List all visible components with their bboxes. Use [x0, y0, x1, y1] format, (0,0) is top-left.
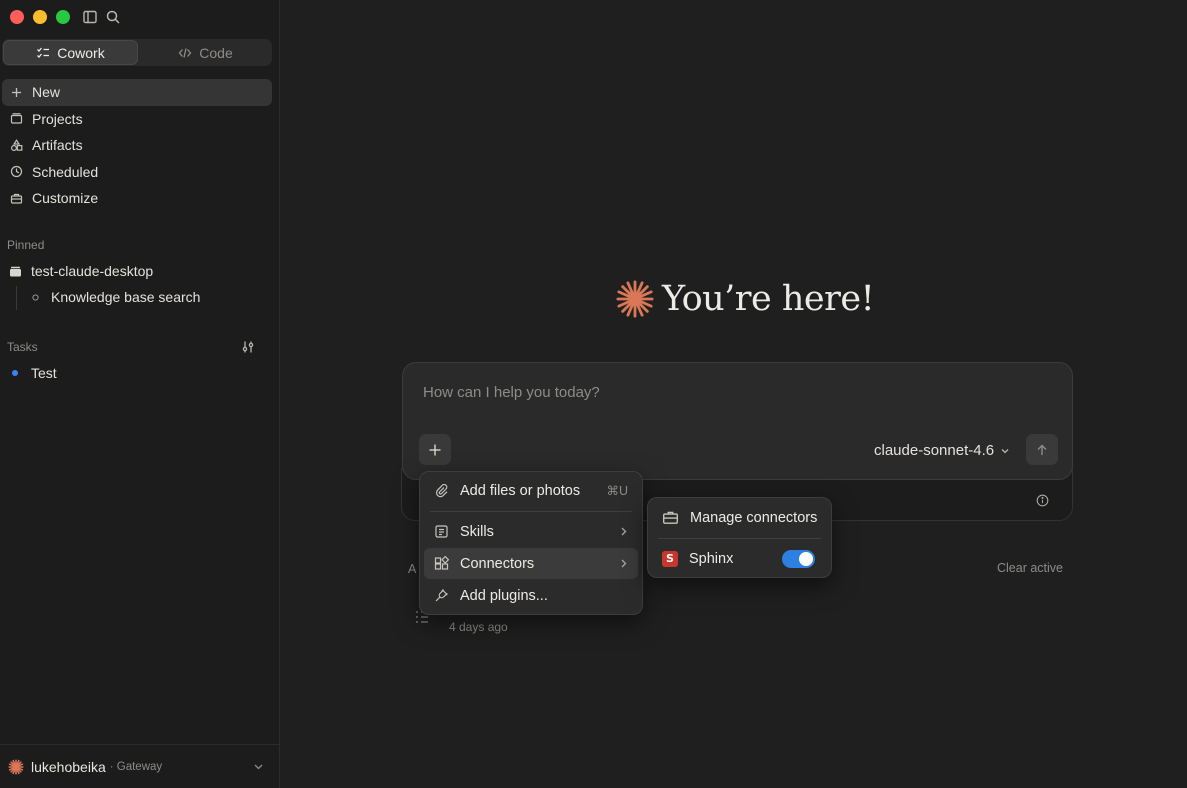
plug-icon [435, 589, 448, 602]
mode-switch: Cowork Code [2, 39, 272, 66]
sidebar-item-artifacts[interactable]: Artifacts [2, 132, 272, 159]
pinned-child-label: Knowledge base search [51, 289, 201, 305]
sidebar-item-customize[interactable]: Customize [2, 185, 272, 212]
send-button[interactable] [1026, 434, 1058, 465]
menu-item-add-files[interactable]: Add files or photos ⌘U [424, 475, 638, 506]
sidebar-item-label: Customize [32, 190, 99, 207]
shortcut-hint: ⌘U [606, 484, 628, 498]
plus-icon [429, 444, 441, 455]
shapes-icon [10, 138, 23, 151]
claude-logo-icon [8, 758, 24, 775]
account-sub: · Gateway [109, 760, 163, 773]
menu-item-label: Add files or photos [460, 482, 581, 499]
folder-icon [10, 113, 23, 124]
skills-icon [435, 525, 448, 538]
app-window: Cowork Code New Projects Artifacts Sched… [0, 0, 1187, 788]
main-area: You’re here! How can I help you today? c… [281, 0, 1187, 788]
task-timestamp: 4 days ago [449, 620, 508, 634]
claude-logo-icon [616, 280, 654, 318]
composer: How can I help you today? claude-sonnet-… [402, 362, 1073, 480]
code-icon [178, 47, 192, 58]
sidebar-item-scheduled[interactable]: Scheduled [2, 159, 272, 186]
pinned-child-item[interactable]: Knowledge base search [0, 284, 272, 310]
filter-icon[interactable] [241, 340, 255, 354]
model-name: claude-sonnet-4.6 [874, 442, 995, 459]
task-item[interactable]: Test [0, 360, 272, 386]
sidebar-nav: New Projects Artifacts Scheduled Customi… [2, 79, 272, 212]
info-icon[interactable] [1036, 494, 1049, 507]
pinned-project[interactable]: test-claude-desktop [0, 258, 272, 284]
project-folder-icon [10, 266, 21, 276]
account-name: lukehobeika [31, 758, 106, 775]
sidebar-item-new[interactable]: New [2, 79, 272, 106]
mode-cowork-label: Cowork [57, 44, 105, 61]
connector-item-sphinx[interactable]: S Sphinx [652, 543, 827, 574]
pinned-project-label: test-claude-desktop [31, 263, 154, 279]
clear-active-button[interactable]: Clear active [997, 561, 1063, 575]
clock-icon [10, 166, 23, 178]
chevron-down-icon [1001, 448, 1009, 453]
menu-item-label: Connectors [460, 555, 535, 572]
connectors-submenu: Manage connectors S Sphinx [647, 497, 832, 578]
sidebar-toggle-icon[interactable] [82, 9, 98, 25]
task-status-dot [12, 370, 18, 376]
menu-item-skills[interactable]: Skills [424, 516, 638, 547]
search-icon[interactable] [105, 9, 121, 25]
menu-item-connectors[interactable]: Connectors [424, 548, 638, 579]
chevron-down-icon [254, 764, 263, 770]
model-selector[interactable]: claude-sonnet-4.6 [874, 442, 1010, 459]
pinned-section-label: Pinned [7, 238, 45, 252]
sidebar-item-label: Artifacts [32, 137, 83, 154]
add-attachment-button[interactable] [419, 434, 451, 465]
mode-cowork-tab[interactable]: Cowork [3, 40, 138, 65]
window-controls [10, 10, 70, 24]
toolbox-icon [663, 511, 678, 524]
task-item-label: Test [31, 365, 57, 381]
zoom-window-button[interactable] [56, 10, 70, 24]
sphinx-logo: S [662, 550, 678, 567]
manage-connectors-item[interactable]: Manage connectors [652, 502, 827, 533]
menu-item-add-plugins[interactable]: Add plugins... [424, 580, 638, 611]
minimize-window-button[interactable] [33, 10, 47, 24]
chevron-right-icon [621, 559, 627, 568]
connector-label: Sphinx [689, 550, 734, 567]
arrow-up-icon [1037, 444, 1047, 455]
greeting: You’re here! [616, 279, 875, 319]
sidebar-item-projects[interactable]: Projects [2, 106, 272, 133]
tasks-section-label: Tasks [7, 340, 38, 354]
circle-icon [32, 293, 39, 301]
sidebar: Cowork Code New Projects Artifacts Sched… [0, 0, 280, 788]
mode-code-tab[interactable]: Code [139, 39, 272, 66]
sidebar-item-label: New [32, 84, 61, 101]
plus-icon [12, 87, 21, 97]
menu-item-label: Add plugins... [460, 587, 548, 604]
mode-code-label: Code [199, 44, 233, 61]
account-switcher[interactable]: lukehobeika · Gateway [0, 744, 280, 788]
prompt-input[interactable]: How can I help you today? [423, 384, 600, 401]
section-heading-partial: A [408, 562, 417, 576]
menu-separator [430, 511, 632, 512]
chevron-right-icon [621, 527, 627, 536]
checklist-icon [37, 47, 50, 58]
menu-item-label: Skills [460, 523, 494, 540]
sidebar-item-label: Scheduled [32, 163, 99, 180]
greeting-text: You’re here! [662, 279, 875, 319]
sphinx-toggle[interactable] [782, 549, 815, 568]
menu-item-label: Manage connectors [690, 509, 818, 526]
attachment-menu: Add files or photos ⌘U Skills Connectors… [419, 471, 643, 615]
briefcase-icon [10, 193, 23, 204]
connectors-icon [434, 556, 449, 570]
close-window-button[interactable] [10, 10, 24, 24]
paperclip-icon [435, 483, 448, 498]
menu-separator [658, 538, 821, 539]
sidebar-item-label: Projects [32, 110, 83, 127]
